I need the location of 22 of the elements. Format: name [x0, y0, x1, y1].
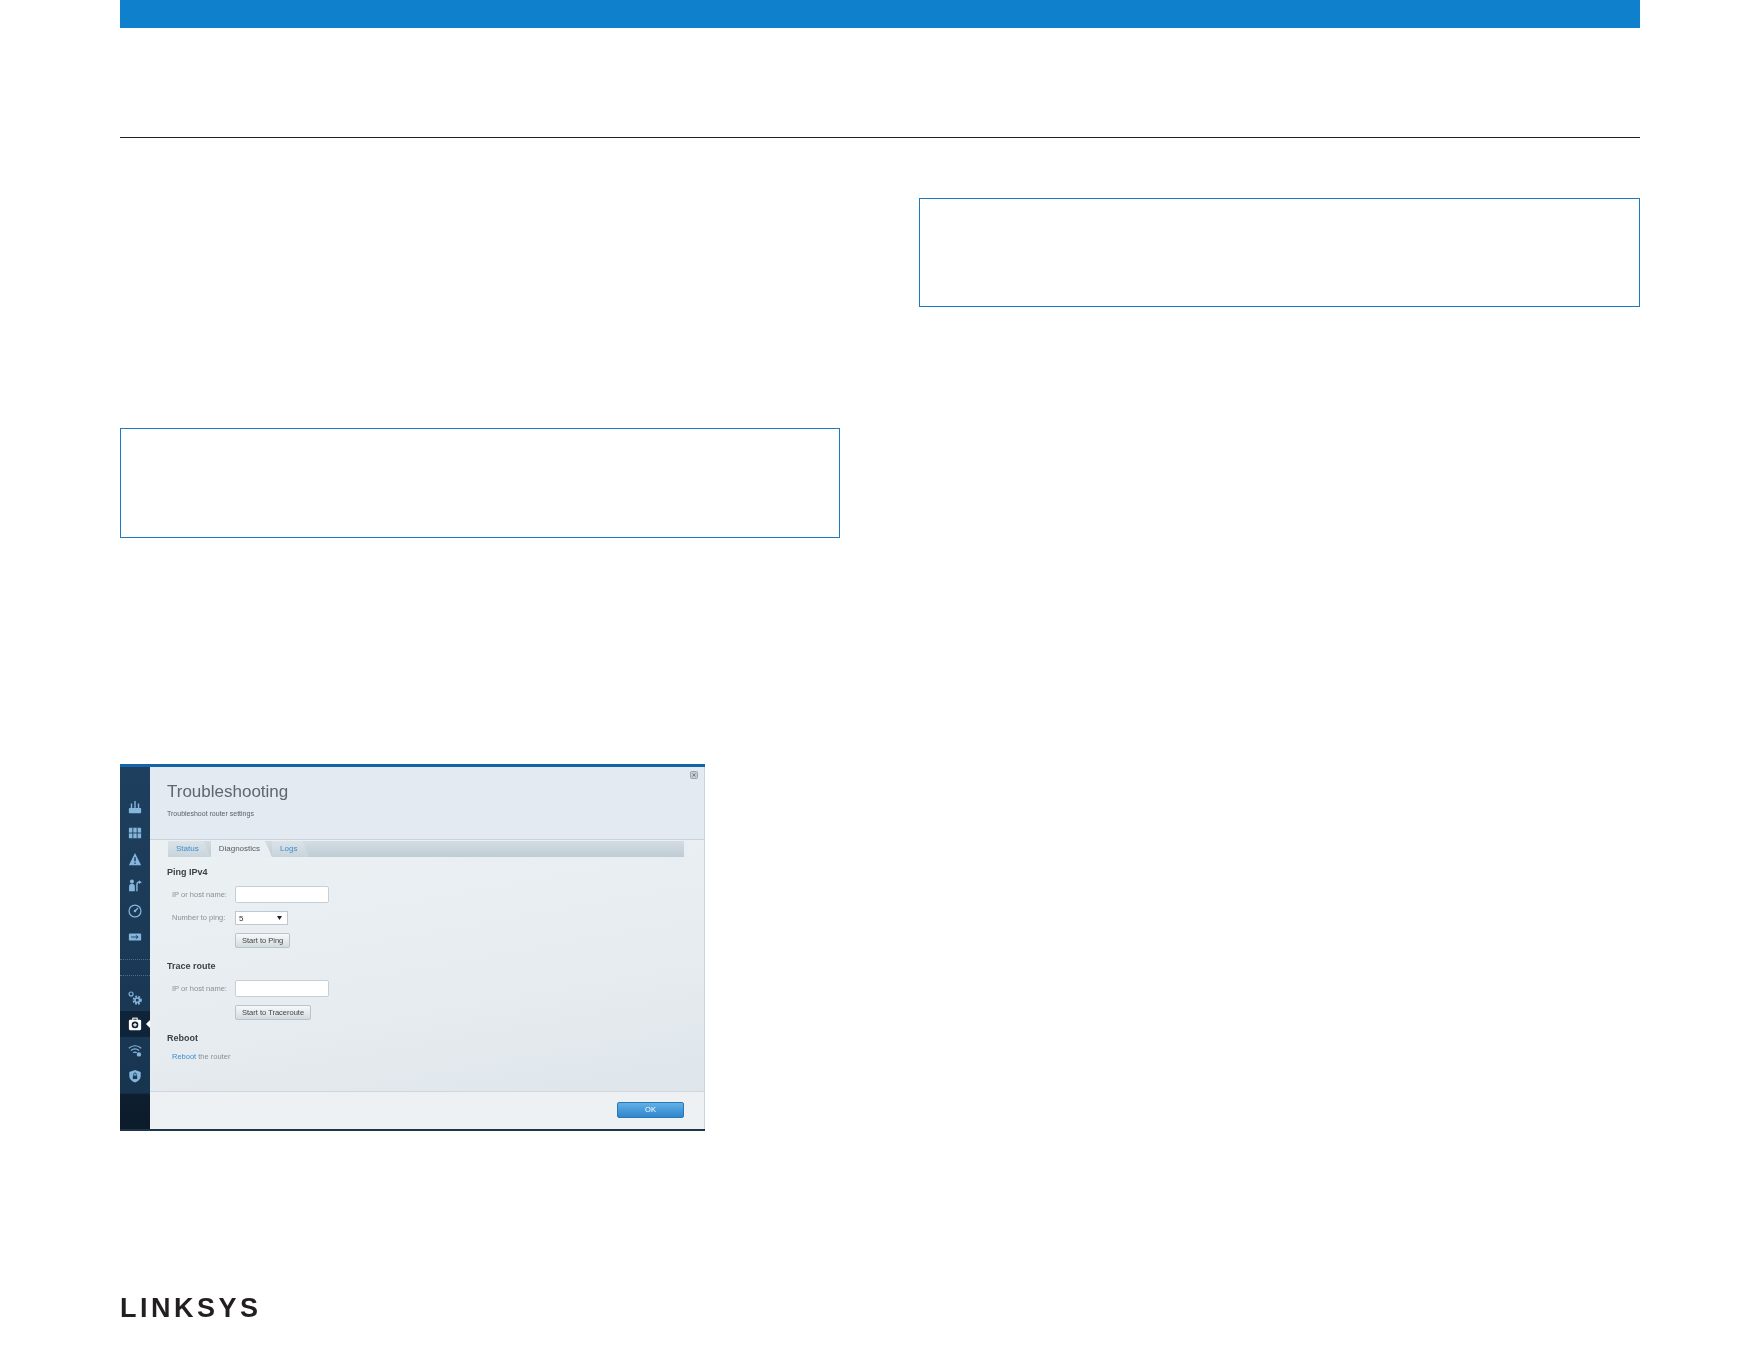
sidebar-item[interactable]: [120, 1011, 150, 1037]
wifi-gear-icon: [128, 1043, 142, 1057]
close-icon[interactable]: [690, 771, 698, 779]
caret-icon: [277, 916, 282, 920]
device-grid-icon: [128, 826, 142, 840]
input-field[interactable]: [235, 980, 329, 997]
tab[interactable]: Diagnostics: [210, 841, 273, 857]
select-field[interactable]: 5: [235, 911, 288, 925]
medkit-icon: [128, 1017, 142, 1031]
person-arrow-icon: [128, 878, 142, 892]
shield-icon: [128, 1069, 142, 1083]
input-field[interactable]: [235, 886, 329, 903]
gears-icon: [128, 991, 142, 1005]
section-heading: Ping IPv4: [167, 866, 208, 878]
section-heading: Reboot: [167, 1032, 198, 1044]
gauge-icon: [128, 904, 142, 918]
section-heading: Trace route: [167, 960, 216, 972]
dialog-title: Troubleshooting: [167, 782, 289, 802]
brand-logo: LINKSYS: [120, 1297, 262, 1319]
router-icon: [128, 800, 142, 814]
warning-icon: [128, 852, 142, 866]
pointer-icon: [146, 1020, 150, 1028]
